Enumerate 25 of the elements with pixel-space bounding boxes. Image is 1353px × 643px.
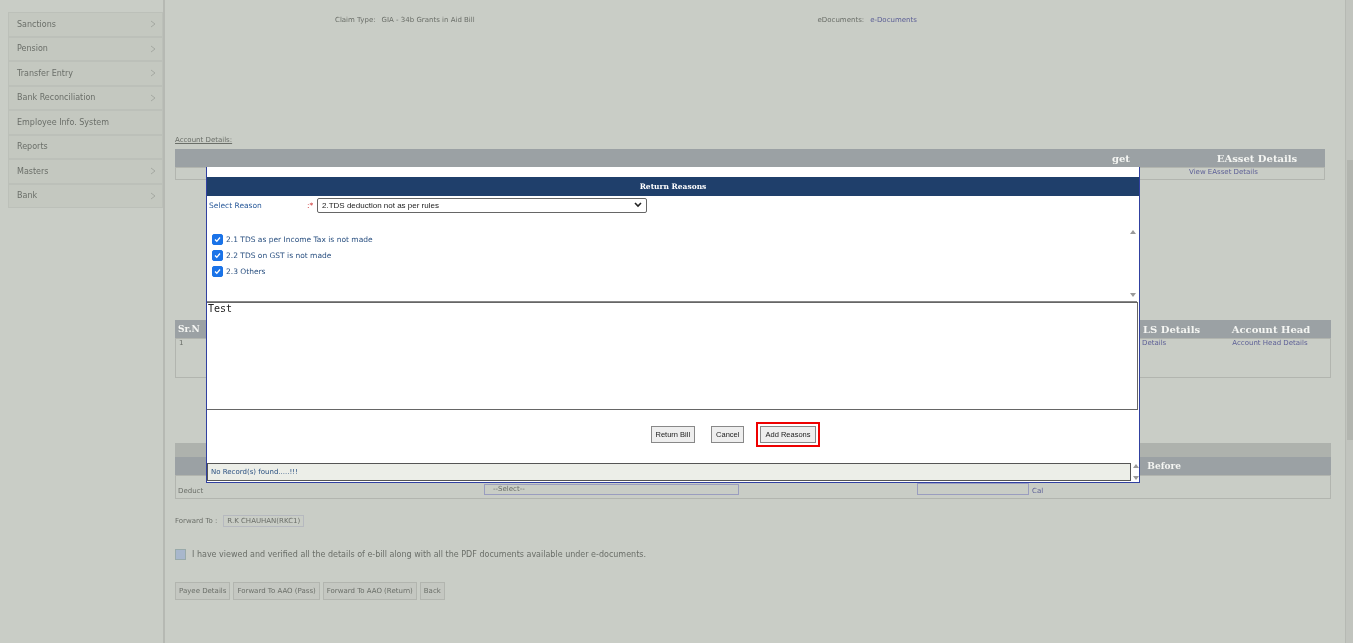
column-header: Sr.N <box>177 324 201 334</box>
sidebar-item[interactable]: Reports <box>8 134 163 159</box>
sidebar-item[interactable]: Pension <box>8 36 163 61</box>
declaration-text: I have viewed and verified all the details of e-bill along with all the PDF documents available under e-documents. <box>192 550 646 559</box>
checkbox[interactable] <box>212 250 223 261</box>
table-header: get EAsset Details <box>175 149 1325 167</box>
column-header: LS Details <box>1143 323 1202 335</box>
sidebar-item[interactable]: Employee Info. System <box>8 110 163 135</box>
date-field[interactable] <box>917 483 1029 495</box>
sidebar-item[interactable]: Bank Reconciliation <box>8 85 163 110</box>
chevron-down-icon <box>634 202 642 208</box>
reason-select[interactable]: 2.TDS deduction not as per rules <box>317 197 647 213</box>
remarks-field[interactable]: Test <box>207 302 1138 410</box>
checkbox[interactable] <box>212 266 223 277</box>
scroll-up-icon[interactable] <box>1129 230 1136 234</box>
scrollbar[interactable] <box>1345 0 1353 643</box>
scroll-up-icon[interactable] <box>1132 464 1139 468</box>
checkbox[interactable] <box>212 234 223 245</box>
scroll-down-icon[interactable] <box>1129 293 1136 297</box>
sidebar-item[interactable]: Bank <box>8 183 163 208</box>
sidebar-item[interactable]: Sanctions <box>8 12 163 37</box>
column-header: Account Head <box>1230 323 1312 335</box>
sidebar-item[interactable]: Masters <box>8 159 163 184</box>
sidebar-item[interactable]: Transfer Entry <box>8 61 163 86</box>
checkbox[interactable] <box>175 549 186 560</box>
